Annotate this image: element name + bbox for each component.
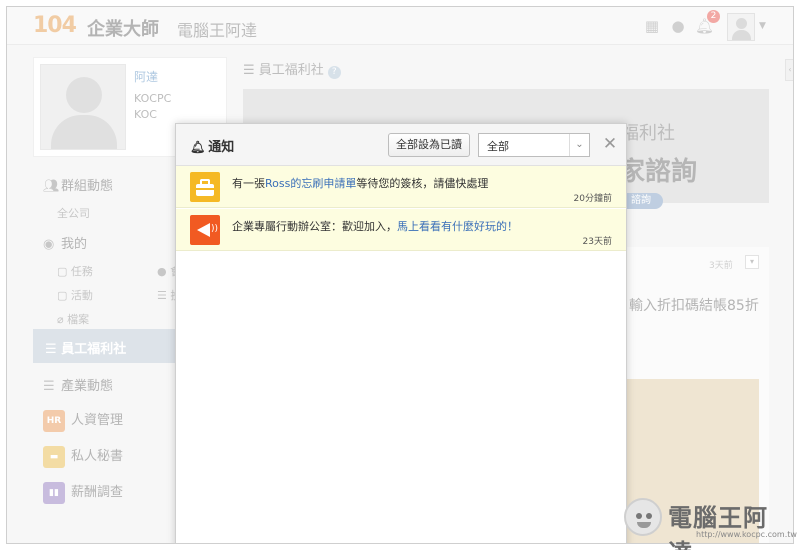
notification-time: 20分鐘前: [573, 194, 612, 204]
notification-time: 23天前: [582, 237, 612, 247]
briefcase-icon: [190, 172, 220, 202]
notification-link[interactable]: 馬上看看有什麼好玩的！: [397, 220, 518, 233]
mascot-icon: [624, 498, 662, 536]
notification-item[interactable]: )) 企業專屬行動辦公室：歡迎加入，馬上看看有什麼好玩的！ 23天前: [176, 209, 626, 251]
notifications-dialog: 🔔︎ 通知 全部設為已讀 全部 ⌄ ✕ 有一張Ross的忘刷申請單等待您的簽核，請…: [175, 123, 627, 543]
notification-text: 企業專屬行動辦公室：歡迎加入，馬上看看有什麼好玩的！: [232, 220, 518, 233]
dialog-header: 🔔︎ 通知 全部設為已讀 全部 ⌄ ✕: [176, 124, 626, 166]
notification-link[interactable]: Ross的忘刷申請單: [265, 177, 356, 190]
megaphone-icon: )): [190, 215, 220, 245]
bell-icon: 🔔︎: [190, 140, 206, 154]
dialog-title: 🔔︎ 通知: [190, 140, 235, 155]
watermark-url: http://www.kocpc.com.tw: [696, 530, 797, 539]
notification-filter-select[interactable]: 全部 ⌄: [478, 133, 590, 157]
close-icon[interactable]: ✕: [600, 134, 620, 154]
mark-all-read-button[interactable]: 全部設為已讀: [388, 133, 470, 157]
chevron-down-icon: ⌄: [569, 134, 589, 156]
watermark-logo: 電腦王阿達 http://www.kocpc.com.tw: [624, 496, 797, 550]
notification-text: 有一張Ross的忘刷申請單等待您的簽核，請儘快處理: [232, 177, 489, 190]
app-window: 104 企業大師 電腦王阿達 ▦ ● 🔔︎ 2 ▼ 阿達 KOCPC KOC 👥…: [6, 6, 794, 544]
notification-item[interactable]: 有一張Ross的忘刷申請單等待您的簽核，請儘快處理 20分鐘前: [176, 166, 626, 208]
watermark-title: 電腦王阿達: [668, 504, 768, 550]
